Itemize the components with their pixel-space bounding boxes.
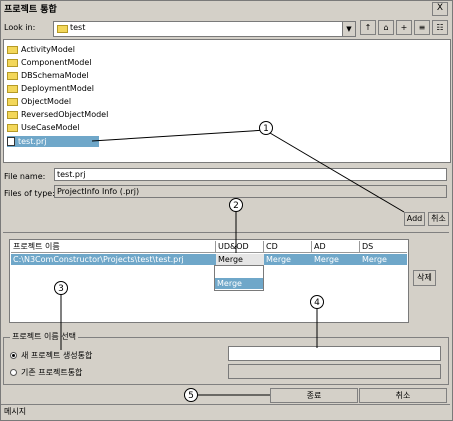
callout-5: 5 [184, 388, 198, 402]
callout-2: 2 [229, 198, 243, 212]
callout-1: 1 [259, 121, 273, 135]
callout-lines [60, 129, 405, 396]
callout-4: 4 [310, 295, 324, 309]
callout-3: 3 [54, 281, 68, 295]
